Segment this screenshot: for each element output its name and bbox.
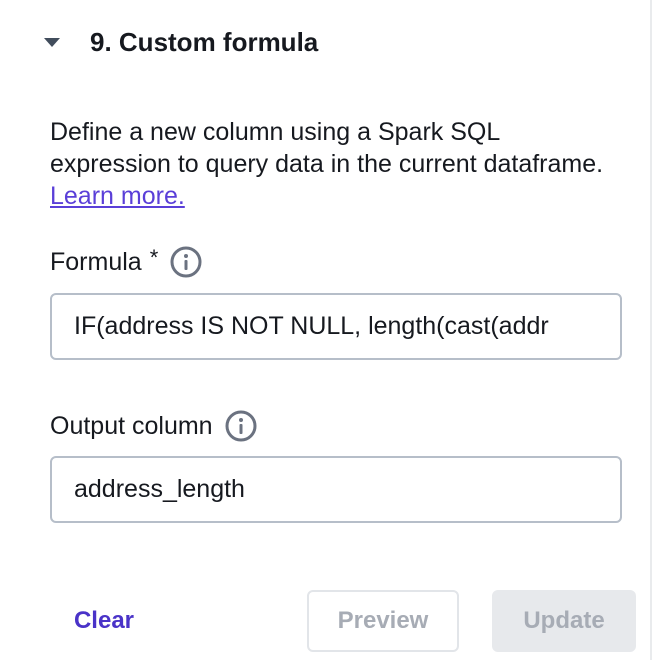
output-column-input[interactable]: address_length — [50, 456, 622, 523]
caret-down-icon[interactable] — [44, 37, 60, 47]
formula-label: Formula — [50, 247, 142, 276]
custom-formula-panel: 9. Custom formula Define a new column us… — [0, 0, 652, 660]
section-description: Define a new column using a Spark SQL ex… — [50, 116, 610, 212]
update-button[interactable]: Update — [492, 590, 636, 652]
clear-button[interactable]: Clear — [58, 590, 150, 652]
output-column-label-row: Output column — [50, 404, 257, 448]
formula-label-row: Formula * — [50, 240, 202, 284]
info-icon[interactable] — [225, 410, 257, 442]
section-title: 9. Custom formula — [90, 26, 319, 57]
description-text: Define a new column using a Spark SQL ex… — [50, 118, 604, 178]
required-marker: * — [149, 245, 159, 270]
learn-more-link[interactable]: Learn more. — [50, 182, 185, 210]
output-column-label: Output column — [50, 411, 213, 440]
preview-button[interactable]: Preview — [307, 590, 459, 652]
formula-input[interactable]: IF(address IS NOT NULL, length(cast(addr — [50, 293, 622, 360]
info-icon[interactable] — [170, 246, 202, 278]
section-header[interactable]: 9. Custom formula — [38, 18, 318, 66]
